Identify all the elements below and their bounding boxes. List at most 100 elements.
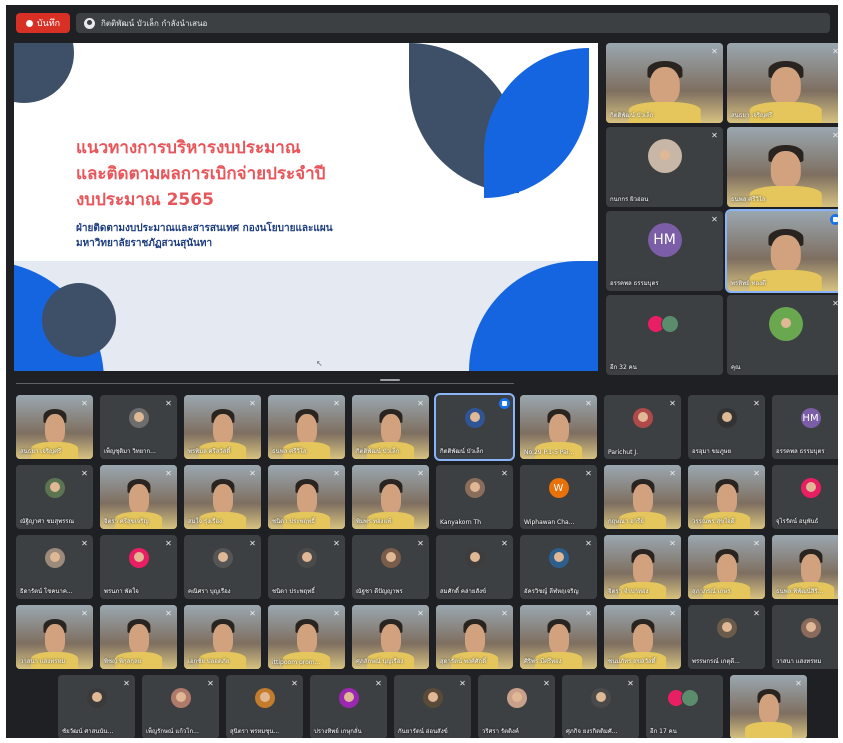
participant-name: Parichut J. — [608, 449, 638, 456]
participant-tile[interactable]: ✕ กันยารัตน์ อ่อนสังข์ — [394, 675, 471, 738]
participant-tile[interactable]: ✕ ธนพล ศรีวิไล — [727, 127, 838, 207]
mic-muted-icon: ✕ — [249, 609, 256, 618]
mic-muted-icon: ✕ — [165, 539, 172, 548]
avatar — [800, 478, 821, 499]
participant-tile[interactable]: HM ✕ อรรคพล ธรรมบุตร — [606, 211, 723, 291]
participant-tile[interactable]: ✕ No.29 P.1-5 Pai... — [520, 395, 597, 459]
participant-name: ธนพล ศรีวิไล — [731, 196, 766, 203]
participant-tile[interactable]: กิตติพัฒน์ บัวเล็ก — [434, 393, 515, 461]
mic-muted-icon: ✕ — [832, 131, 838, 140]
video-feed — [212, 414, 233, 444]
participant-tile[interactable]: ✕ สมใจ รุ่งเรือง — [184, 465, 261, 529]
resize-handle[interactable] — [380, 379, 400, 381]
participant-tile[interactable]: ✕ ธนพล พิพัฒน์สิริ... — [772, 535, 838, 599]
participant-name: ศิริพร มีศรีทอง — [524, 658, 562, 665]
participant-tile[interactable]: ✕ สุดารัตน์ พงศ์ศักดิ์ — [436, 605, 513, 669]
video-feed — [128, 484, 149, 514]
participant-tile[interactable]: ✕ คุณ — [727, 295, 838, 375]
participant-tile[interactable]: ✕ ธิดารัตน์ โชคนาค... — [16, 535, 93, 599]
participant-tile[interactable]: ✕ เพ็ญชุติมา วิทยาก... — [100, 395, 177, 459]
participant-tile[interactable]: ✕ Kanyakorn Th — [436, 465, 513, 529]
participant-tile[interactable]: ✕ วริศรา รัตติงค์ — [478, 675, 555, 738]
participant-tile[interactable]: ✕ สมศักดิ์ คล่ายสังข์ — [436, 535, 513, 599]
participant-tile[interactable]: ✕ สนธยา เจริญศรี — [727, 43, 838, 123]
participant-tile[interactable]: ✕ — [730, 675, 807, 738]
avatar — [86, 688, 107, 709]
participant-name: วริศรา รัตติงค์ — [482, 728, 519, 735]
profile-photo — [259, 692, 270, 703]
mic-muted-icon: ✕ — [501, 469, 508, 478]
participant-tile[interactable]: อีก 32 คน — [606, 295, 723, 375]
participant-tile[interactable]: ✕ ชนิดา ประพฤทธิ์ — [268, 465, 345, 529]
participant-tile[interactable]: ✕ กนกกร ผิวอ่อน — [606, 127, 723, 207]
participant-tile[interactable]: ✕ ittipoom prom... — [268, 605, 345, 669]
participant-tile[interactable]: ✕ ศิริพร มีศรีทอง — [520, 605, 597, 669]
avatar — [296, 548, 317, 569]
participant-tile[interactable]: ✕ ชนิดา ประพฤทธิ์ — [268, 535, 345, 599]
mic-muted-icon: ✕ — [669, 469, 676, 478]
participant-name: จิตรา จำปาทอง — [608, 588, 649, 595]
presenter-banner[interactable]: กิตติพัฒน์ บัวเล็ก กำลังนำเสนอ — [76, 13, 830, 33]
participant-tile[interactable]: ✕ ณัฐชา ดีปัญญาพร — [352, 535, 429, 599]
presenter-avatar-icon — [84, 17, 95, 29]
participant-tile[interactable]: ✕ กฤษณา อารีย์ — [604, 465, 681, 529]
participant-tile[interactable]: ✕ จิตรา จำปาทอง — [604, 535, 681, 599]
participant-name: คณิศรา บุญเรือง — [188, 588, 231, 595]
participant-tile[interactable]: ✕ วรรณพร สุขใจดี — [688, 465, 765, 529]
participant-tile[interactable]: ✕ ศุภกิจ ยงรกิตติมศั... — [562, 675, 639, 738]
recording-button[interactable]: บันทึก — [16, 13, 70, 33]
participant-tile[interactable]: ✕ พรนภา พัดใจ — [100, 535, 177, 599]
more-participants-avatars — [646, 314, 679, 333]
participant-tile[interactable]: ✕ ชนมภัทร สุขสวัสดิ์ — [604, 605, 681, 669]
participant-tile[interactable]: อีก 17 คน — [646, 675, 723, 738]
video-feed — [296, 484, 317, 514]
participant-tile[interactable]: ✕ ชัยวัฒน์ ศาสนนัน... — [58, 675, 135, 738]
participant-name: กิตติพัฒน์ บัวเล็ก — [610, 112, 654, 119]
participant-tile[interactable]: ✕ เพ็ญรักษณ์ แก้วโก... — [142, 675, 219, 738]
avatar — [44, 478, 65, 499]
participant-tile[interactable]: ✕ กิตติพัฒน์ บัวเล็ก — [352, 395, 429, 459]
video-feed — [212, 484, 233, 514]
meet-window: บันทึก กิตติพัฒน์ บัวเล็ก กำลังนำเสนอ แน… — [6, 5, 838, 738]
participant-tile[interactable]: ✕ อรอุมา ขมภูษย — [688, 395, 765, 459]
participant-tile[interactable]: ✕ พิชญ์ พิกุลกุลย — [100, 605, 177, 669]
participant-tile[interactable]: พรทิพย์ ทองดี — [725, 209, 838, 293]
participant-tile[interactable]: ✕ ปรางทิพย์ เกษุกลั่น — [310, 675, 387, 738]
video-feed — [464, 624, 485, 654]
participant-name: ปรางทิพย์ เกษุกลั่น — [314, 728, 362, 735]
participant-tile[interactable]: ✕ ธนพล ศรีวิไล — [268, 395, 345, 459]
mic-muted-icon: ✕ — [669, 539, 676, 548]
participant-tile[interactable]: ✕ จิตรา ศรีสุขเจริญ — [100, 465, 177, 529]
participant-tile[interactable]: ✕ อัครวิชญ์ ลีฬหฤเจริญ — [520, 535, 597, 599]
participant-tile[interactable]: ✕ เอกชัย ปลอดภัย — [184, 605, 261, 669]
participant-tile[interactable]: ✕ ศุภลักษณ์ บุญเรือง — [352, 605, 429, 669]
participant-tile[interactable]: ✕ พรรษกรณ์ เกตุดี... — [688, 605, 765, 669]
participant-tile[interactable]: ✕ ณัฐิญาศา ชมสุพรรณ — [16, 465, 93, 529]
participant-tile[interactable]: ✕ จุไรรัตน์ อนุพันธ์ — [772, 465, 838, 529]
mic-muted-icon: ✕ — [333, 399, 340, 408]
participant-name: ชนิดา ประพฤทธิ์ — [272, 518, 315, 525]
avatar — [680, 689, 699, 708]
profile-photo — [385, 552, 396, 563]
participant-tile[interactable]: ✕ วาสนา แสงทรหม — [772, 605, 838, 669]
participant-tile[interactable]: ✕ คณิศรา บุญเรือง — [184, 535, 261, 599]
mic-muted-icon: ✕ — [585, 539, 592, 548]
participant-tile[interactable]: ✕ พรพิมล ศรีสวัสดิ์ — [184, 395, 261, 459]
mic-muted-icon: ✕ — [669, 399, 676, 408]
participant-tile[interactable]: ✕ Parichut J. — [604, 395, 681, 459]
profile-photo — [133, 412, 144, 423]
participant-tile[interactable]: ✕ สุนิตรา พรหมชุน... — [226, 675, 303, 738]
participant-tile[interactable]: ✕ พิมพร ทองแท้ — [352, 465, 429, 529]
participant-tile[interactable]: W ✕ Wiphawan Cha... — [520, 465, 597, 529]
participant-tile[interactable]: ✕ กิตติพัฒน์ บัวเล็ก — [606, 43, 723, 123]
video-feed — [380, 414, 401, 444]
participant-tile[interactable]: ✕ สนธยา เจริญศรี — [16, 395, 93, 459]
mic-muted-icon: ✕ — [417, 469, 424, 478]
participant-name: ชนมภัทร สุขสวัสดิ์ — [608, 658, 656, 665]
participant-tile[interactable]: ✕ สุภาภรณ์ เกษร — [688, 535, 765, 599]
mic-muted-icon: ✕ — [333, 609, 340, 618]
participant-tile[interactable]: ✕ วาสนา แสงทรหม — [16, 605, 93, 669]
participant-name: พรพิมล ศรีสวัสดิ์ — [188, 448, 231, 455]
participant-tile[interactable]: HM ✕ อรรคพล ธรรมบุตร — [772, 395, 838, 459]
participant-name: สมใจ รุ่งเรือง — [188, 518, 222, 525]
